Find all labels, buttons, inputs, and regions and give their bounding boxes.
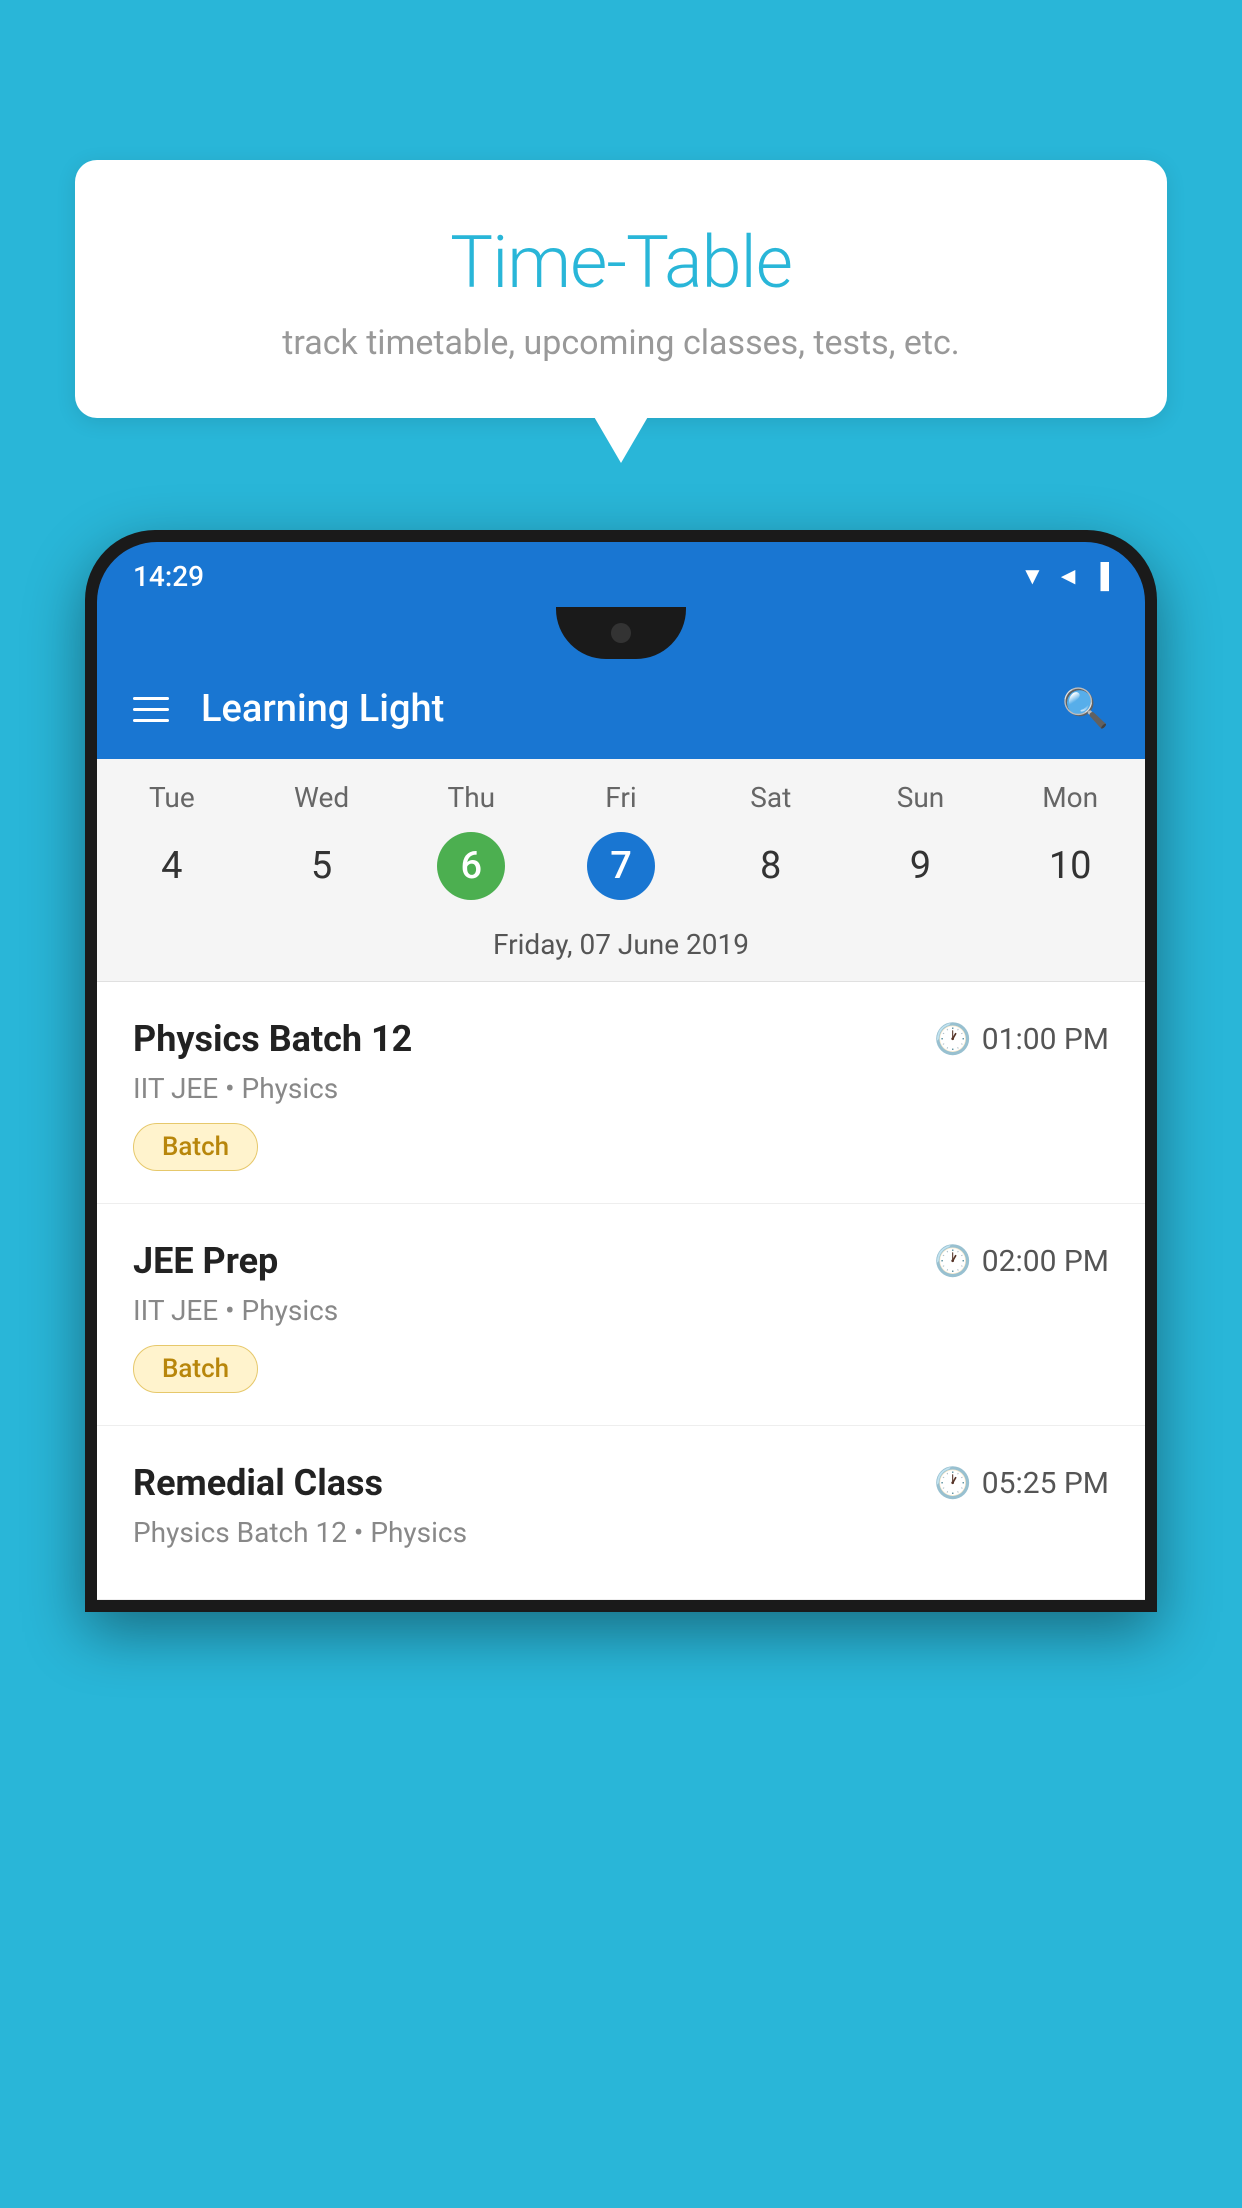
- day-header-wed: Wed: [247, 781, 397, 814]
- app-title: Learning Light: [201, 687, 1030, 731]
- clock-icon-3: 🕐: [934, 1466, 971, 1501]
- day-header-tue: Tue: [97, 781, 247, 814]
- event-time-3: 🕐 05:25 PM: [934, 1466, 1109, 1501]
- wifi-icon: ▼: [1020, 562, 1044, 591]
- event-title-3: Remedial Class: [133, 1462, 383, 1504]
- day-header-mon: Mon: [995, 781, 1145, 814]
- status-time: 14:29: [133, 560, 204, 593]
- event-item-2[interactable]: JEE Prep 🕐 02:00 PM IIT JEE • Physics Ba…: [97, 1204, 1145, 1426]
- day-numbers: 4 5 6 7: [97, 824, 1145, 918]
- phone-container: 14:29 ▼ ◄ ▐ Learning: [85, 530, 1157, 2208]
- day-circle-6: 6: [437, 832, 505, 900]
- event-time-text-1: 01:00 PM: [982, 1022, 1109, 1057]
- day-num-4[interactable]: 4: [97, 844, 247, 888]
- event-title-2: JEE Prep: [133, 1240, 278, 1282]
- phone-outer: 14:29 ▼ ◄ ▐ Learning: [85, 530, 1157, 1612]
- day-header-sun: Sun: [846, 781, 996, 814]
- day-num-5[interactable]: 5: [247, 844, 397, 888]
- camera-dot: [611, 623, 631, 643]
- event-time-text-3: 05:25 PM: [982, 1466, 1109, 1501]
- event-item-3[interactable]: Remedial Class 🕐 05:25 PM Physics Batch …: [97, 1426, 1145, 1600]
- event-tag-2: Batch: [133, 1345, 258, 1393]
- event-item-1[interactable]: Physics Batch 12 🕐 01:00 PM IIT JEE • Ph…: [97, 982, 1145, 1204]
- day-header-thu: Thu: [396, 781, 546, 814]
- speech-bubble-container: Time-Table track timetable, upcoming cla…: [75, 160, 1167, 418]
- phone-inner: 14:29 ▼ ◄ ▐ Learning: [97, 542, 1145, 1600]
- event-subtitle-1: IIT JEE • Physics: [133, 1072, 1109, 1105]
- bubble-subtitle: track timetable, upcoming classes, tests…: [125, 323, 1117, 363]
- day-num-10[interactable]: 10: [995, 844, 1145, 888]
- event-time-text-2: 02:00 PM: [982, 1244, 1109, 1279]
- selected-date-label: Friday, 07 June 2019: [97, 918, 1145, 982]
- event-time-1: 🕐 01:00 PM: [934, 1022, 1109, 1057]
- hamburger-menu-icon[interactable]: [133, 697, 169, 722]
- bubble-title: Time-Table: [125, 220, 1117, 305]
- event-header-1: Physics Batch 12 🕐 01:00 PM: [133, 1018, 1109, 1060]
- day-header-sat: Sat: [696, 781, 846, 814]
- day-num-6[interactable]: 6: [396, 832, 546, 900]
- event-subtitle-3: Physics Batch 12 • Physics: [133, 1516, 1109, 1549]
- events-container: Physics Batch 12 🕐 01:00 PM IIT JEE • Ph…: [97, 982, 1145, 1600]
- event-title-1: Physics Batch 12: [133, 1018, 412, 1060]
- day-num-7[interactable]: 7: [546, 832, 696, 900]
- notch: [556, 607, 686, 659]
- app-bar: Learning Light 🔍: [97, 659, 1145, 759]
- status-icons: ▼ ◄ ▐: [1020, 562, 1109, 591]
- day-headers: Tue Wed Thu Fri Sat Sun Mon: [97, 759, 1145, 824]
- event-header-2: JEE Prep 🕐 02:00 PM: [133, 1240, 1109, 1282]
- event-header-3: Remedial Class 🕐 05:25 PM: [133, 1462, 1109, 1504]
- battery-icon: ▐: [1092, 562, 1109, 591]
- day-num-9[interactable]: 9: [846, 844, 996, 888]
- calendar-strip: Tue Wed Thu Fri Sat Sun Mon 4 5: [97, 759, 1145, 982]
- clock-icon-2: 🕐: [934, 1244, 971, 1279]
- search-icon[interactable]: 🔍: [1062, 687, 1109, 731]
- event-time-2: 🕐 02:00 PM: [934, 1244, 1109, 1279]
- event-subtitle-2: IIT JEE • Physics: [133, 1294, 1109, 1327]
- day-header-fri: Fri: [546, 781, 696, 814]
- speech-bubble: Time-Table track timetable, upcoming cla…: [75, 160, 1167, 418]
- notch-area: [97, 607, 1145, 659]
- clock-icon-1: 🕐: [934, 1022, 971, 1057]
- day-num-8[interactable]: 8: [696, 844, 846, 888]
- day-circle-7: 7: [587, 832, 655, 900]
- signal-icon: ◄: [1056, 562, 1080, 591]
- status-bar: 14:29 ▼ ◄ ▐: [97, 542, 1145, 607]
- event-tag-1: Batch: [133, 1123, 258, 1171]
